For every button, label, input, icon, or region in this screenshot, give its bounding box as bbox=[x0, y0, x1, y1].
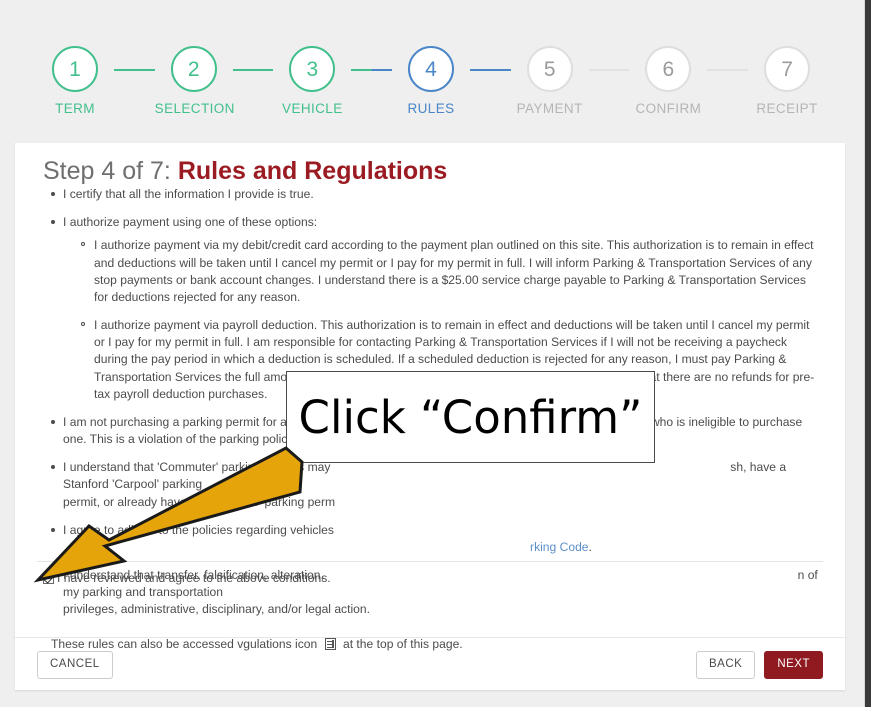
step-7-receipt[interactable]: 7 RECEIPT bbox=[748, 46, 826, 116]
rule-commuter-mid: permit, or already have a 'Commuter' par… bbox=[63, 494, 336, 509]
step-3-circle: 3 bbox=[289, 46, 336, 92]
stepper-connector-5 bbox=[588, 69, 630, 71]
stepper-connector-4 bbox=[470, 69, 511, 71]
step-2-label: SELECTION bbox=[154, 101, 235, 116]
rule-certify-text: I certify that all the information I pro… bbox=[63, 187, 314, 201]
step-3-label: VEHICLE bbox=[282, 101, 343, 116]
step-1-label: TERM bbox=[55, 101, 95, 116]
rule-policies-occluded bbox=[63, 540, 530, 554]
section-divider bbox=[37, 561, 823, 562]
step-6-confirm[interactable]: 6 CONFIRM bbox=[629, 46, 707, 116]
step-2-circle: 2 bbox=[170, 46, 217, 92]
rule-policies-start: I agree to adhere to the policies regard… bbox=[63, 522, 334, 537]
step-7-circle: 7 bbox=[764, 46, 811, 92]
cancel-button[interactable]: CANCEL bbox=[37, 651, 113, 679]
rule-transfer-line2: privileges, administrative, disciplinary… bbox=[63, 602, 370, 617]
agree-label: I have reviewed and agree to the above c… bbox=[57, 571, 331, 585]
step-4-label: RULES bbox=[407, 101, 455, 116]
stepper-connector-2 bbox=[232, 69, 274, 71]
step-6-label: CONFIRM bbox=[635, 101, 702, 116]
access-note: These rules can also be accessed vgulati… bbox=[51, 637, 823, 651]
wizard-footer: CANCEL BACK NEXT bbox=[37, 651, 823, 679]
page-title: Step 4 of 7: Rules and Regulations bbox=[43, 157, 823, 186]
step-1-circle: 1 bbox=[52, 46, 98, 92]
next-button[interactable]: NEXT bbox=[764, 651, 823, 679]
scrollbar-thumb[interactable] bbox=[865, 0, 871, 707]
agree-row[interactable]: I have reviewed and agree to the above c… bbox=[43, 571, 331, 585]
rule-authorize-card-text: I authorize payment via my debit/credit … bbox=[94, 238, 814, 304]
rule-authorize-intro: I authorize payment using one of these o… bbox=[63, 215, 318, 230]
step-4-circle: 4 bbox=[408, 46, 455, 92]
step-7-label: RECEIPT bbox=[756, 101, 818, 116]
rules-and-regulations-icon[interactable] bbox=[324, 637, 336, 650]
step-1-term[interactable]: 1 TERM bbox=[36, 46, 114, 116]
rule-transfer-occluded bbox=[327, 568, 797, 582]
rule-certify: I certify that all the information I pro… bbox=[51, 186, 823, 203]
step-4-rules[interactable]: 4 RULES bbox=[392, 46, 470, 116]
instruction-callout-text: Click “Confirm” bbox=[298, 390, 643, 444]
stepper-track: 1 TERM 2 SELECTION 3 VEHICLE 4 RULES 5 P… bbox=[36, 46, 826, 120]
access-note-mid: gulations icon bbox=[243, 636, 318, 651]
instruction-callout-box: Click “Confirm” bbox=[286, 371, 655, 463]
step-6-circle: 6 bbox=[645, 46, 692, 92]
footer-divider bbox=[15, 637, 845, 638]
stepper-connector-6 bbox=[707, 69, 749, 71]
parking-code-link[interactable]: rking Code bbox=[530, 540, 589, 554]
access-note-start: These rules can also be accessed v bbox=[51, 636, 244, 651]
rule-policies-period: . bbox=[588, 539, 592, 554]
access-note-end: at the top of this page. bbox=[342, 636, 463, 651]
rule-commuter: I understand that 'Commuter' parking per… bbox=[51, 459, 823, 511]
step-5-circle: 5 bbox=[526, 46, 573, 92]
step-5-payment[interactable]: 5 PAYMENT bbox=[511, 46, 589, 116]
scrollbar-gutter[interactable] bbox=[864, 0, 871, 707]
rule-authorize-card: I authorize payment via my debit/credit … bbox=[81, 237, 823, 306]
back-button[interactable]: BACK bbox=[696, 651, 756, 679]
stepper-connector-1 bbox=[114, 69, 155, 71]
page-title-prefix: Step 4 of 7: bbox=[43, 157, 178, 185]
step-5-label: PAYMENT bbox=[516, 101, 583, 116]
step-3-vehicle[interactable]: 3 VEHICLE bbox=[273, 46, 351, 116]
stepper-connector-3 bbox=[351, 69, 393, 71]
agree-checkbox[interactable] bbox=[43, 572, 54, 584]
step-2-selection[interactable]: 2 SELECTION bbox=[154, 46, 235, 116]
progress-stepper: 1 TERM 2 SELECTION 3 VEHICLE 4 RULES 5 P… bbox=[0, 0, 866, 140]
page-title-accent: Rules and Regulations bbox=[177, 157, 448, 185]
rule-policies: I agree to adhere to the policies regard… bbox=[51, 522, 823, 556]
